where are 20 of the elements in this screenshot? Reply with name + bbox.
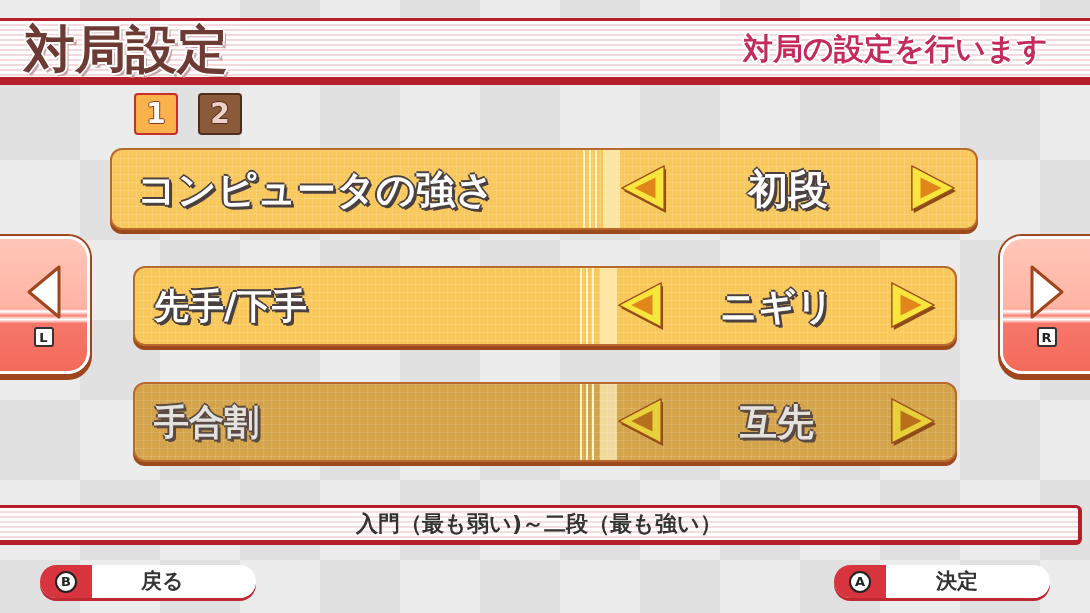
screen-title: 対局設定 [24, 23, 228, 75]
left-triangle-icon[interactable] [618, 163, 668, 215]
key-badge: A [849, 570, 871, 593]
screen-subtitle: 対局の設定を行います [743, 34, 1048, 64]
left-triangle-icon[interactable] [615, 280, 665, 332]
setting-label: 手合割 [154, 404, 259, 440]
setting-label: コンピュータの強さ [137, 169, 495, 209]
setting-value: 初段 [748, 169, 828, 209]
right-triangle-icon[interactable] [908, 163, 958, 215]
page-tab[interactable]: 2 [198, 93, 242, 135]
description-text: 入門（最も弱い)～二段（最も強い） [355, 513, 723, 535]
key-badge: L [33, 327, 54, 347]
key-badge: R [1036, 327, 1057, 347]
confirm-button[interactable]: A 決定 [834, 565, 1050, 598]
right-triangle-icon[interactable] [888, 280, 938, 332]
setting-value: 互先 [739, 403, 814, 441]
back-button[interactable]: B 戻る [40, 565, 256, 598]
setting-value: ニギリ [719, 287, 834, 325]
key-badge: B [55, 570, 77, 593]
setting-label: 先手/下手 [154, 288, 307, 324]
